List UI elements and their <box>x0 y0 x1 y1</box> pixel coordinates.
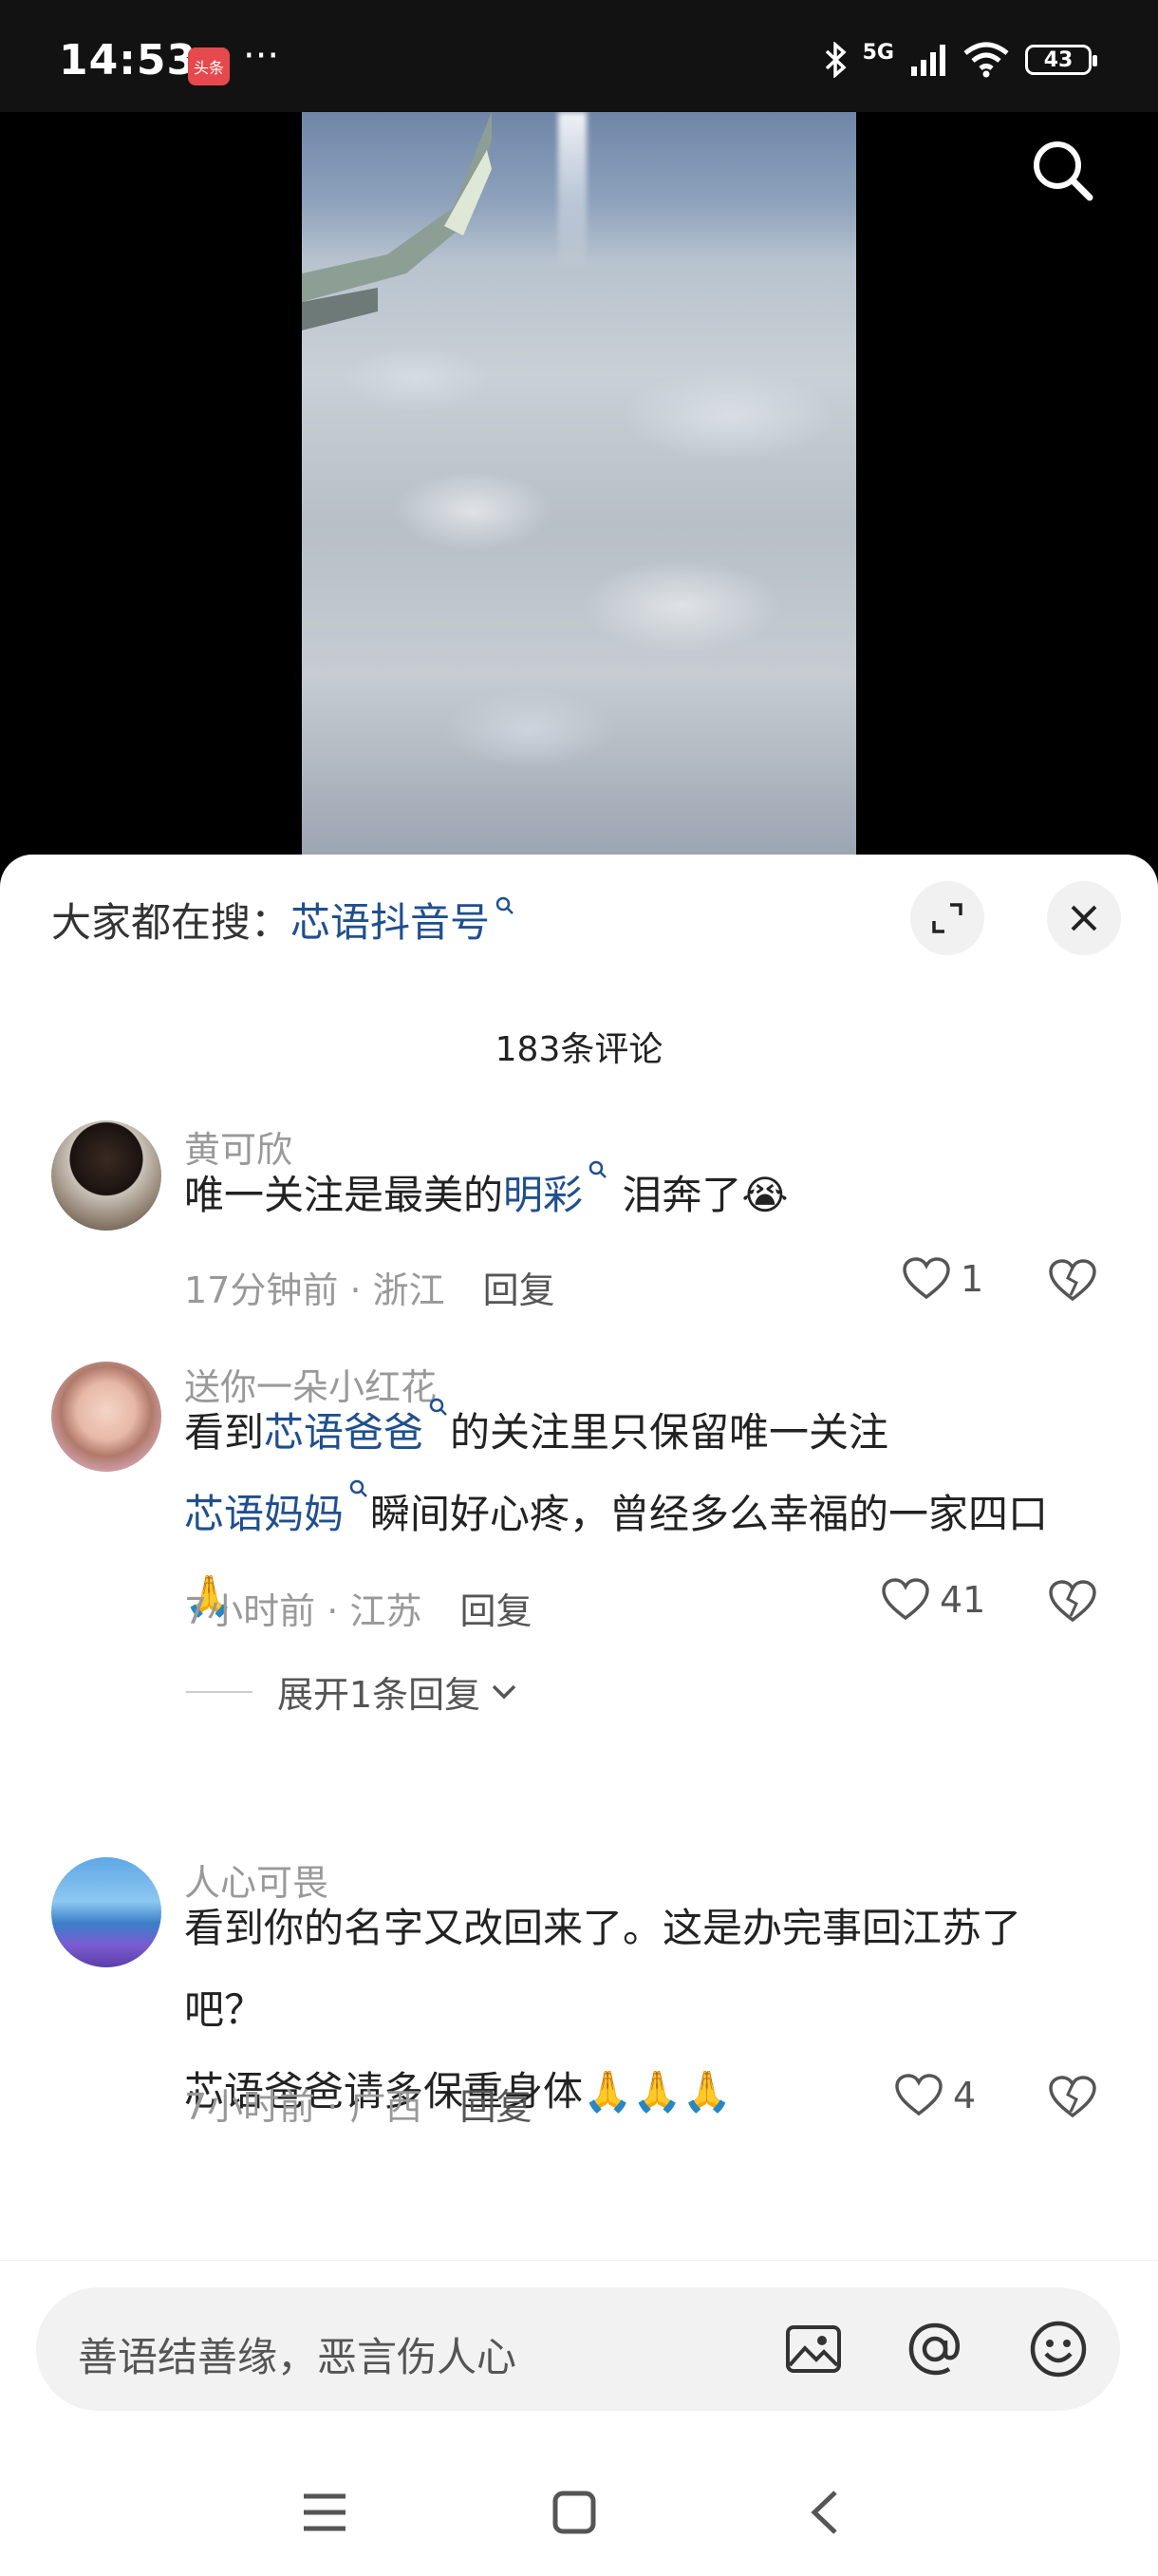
comment-text-part: 的关注里只保留唯一关注 <box>450 1409 889 1456</box>
expand-replies-button[interactable]: 展开1条回复 <box>186 1665 520 1718</box>
like-count: 4 <box>953 2075 977 2116</box>
like-button[interactable]: 41 <box>881 1578 985 1622</box>
comment-meta: 17分钟前 · 浙江 回复 <box>184 1269 555 1311</box>
comment-location: 广西 <box>349 2086 422 2128</box>
comment-sheet: 大家都在搜：芯语抖音号 183条评论 黄可欣 唯一关注是最美的明彩 泪奔了😭 1… <box>0 855 1158 2576</box>
bluetooth-icon <box>825 42 847 78</box>
avatar[interactable] <box>51 1362 161 1472</box>
like-button[interactable]: 4 <box>894 2074 976 2117</box>
reply-button[interactable]: 回复 <box>483 1269 555 1311</box>
app-badge-icon: 头条 <box>188 47 230 85</box>
trending-search-prefix: 大家都在搜： <box>51 899 291 946</box>
avatar[interactable] <box>51 1120 161 1231</box>
expand-replies-label: 展开1条回复 <box>277 1674 481 1716</box>
back-icon[interactable] <box>807 2489 845 2536</box>
at-icon[interactable] <box>904 2318 966 2380</box>
dislike-icon[interactable] <box>1048 1580 1097 1624</box>
comment-text-part: 唯一关注是最美的 <box>184 1172 504 1218</box>
battery-icon: 43 <box>1025 45 1097 75</box>
comment-text: 唯一关注是最美的明彩 泪奔了😭 <box>184 1155 1095 1236</box>
menu-icon[interactable] <box>300 2489 349 2536</box>
comment-count: 183条评论 <box>495 1030 663 1069</box>
comment-link[interactable]: 芯语妈妈 <box>184 1491 344 1537</box>
heart-icon <box>882 1578 929 1621</box>
comment-time: 17分钟前 <box>184 1269 339 1311</box>
comment-input-placeholder: 善语结善缘，恶言伤人心 <box>78 2334 517 2380</box>
airplane-wing-image <box>302 112 492 330</box>
comment-location: 浙江 <box>372 1269 445 1311</box>
comment-location: 江苏 <box>349 1590 422 1632</box>
trending-search-keyword[interactable]: 芯语抖音号 <box>290 899 490 946</box>
comment-text-part: 泪奔了😭 <box>609 1172 789 1218</box>
comment-time: 7小时前 <box>184 2086 316 2128</box>
wifi-icon <box>963 42 1009 78</box>
emoji-icon[interactable] <box>1027 2318 1090 2380</box>
comment-link[interactable]: 芯语爸爸 <box>264 1409 423 1456</box>
status-time: 14:53 <box>59 36 197 85</box>
heart-icon <box>895 2074 943 2116</box>
search-icon <box>588 1160 607 1178</box>
video-player[interactable] <box>0 112 1158 862</box>
signal-icon <box>911 45 945 76</box>
dislike-icon[interactable] <box>1048 2076 1097 2119</box>
chevron-down-icon <box>492 1684 516 1699</box>
close-button[interactable] <box>1047 881 1121 955</box>
reply-button[interactable]: 回复 <box>459 2086 532 2128</box>
comment-input-bar: 善语结善缘，恶言伤人心 <box>0 2260 1158 2576</box>
close-icon <box>1071 905 1097 931</box>
system-nav-bar <box>0 2489 1158 2546</box>
more-notifications-icon: ··· <box>243 34 280 78</box>
search-icon <box>495 896 514 914</box>
dislike-icon[interactable] <box>1048 1259 1097 1303</box>
comment-link[interactable]: 明彩 <box>503 1172 583 1218</box>
image-icon[interactable] <box>782 2318 845 2380</box>
status-icons: 5G 43 <box>823 40 1097 78</box>
avatar[interactable] <box>51 1857 161 1967</box>
expand-icon <box>932 903 962 933</box>
search-icon <box>349 1479 367 1497</box>
expand-button[interactable] <box>910 881 984 955</box>
reply-button[interactable]: 回复 <box>459 1590 532 1632</box>
home-icon[interactable] <box>551 2489 598 2536</box>
battery-level: 43 <box>1043 47 1074 72</box>
comment-input[interactable]: 善语结善缘，恶言伤人心 <box>36 2287 1120 2411</box>
network-label: 5G <box>862 40 894 65</box>
like-count: 41 <box>940 1579 986 1621</box>
video-frame[interactable] <box>302 112 856 862</box>
like-button[interactable]: 1 <box>902 1257 983 1301</box>
like-count: 1 <box>961 1258 984 1300</box>
search-icon[interactable] <box>1025 133 1101 209</box>
comment-text-line: 看到你的名字又改回来了。这是办完事回江苏了吧？ <box>184 1905 1022 2033</box>
light-beam <box>558 112 587 273</box>
comment-text-part: 看到 <box>184 1409 265 1456</box>
status-bar: 14:53 头条 ··· 5G 43 <box>0 0 1158 112</box>
heart-icon <box>903 1257 950 1300</box>
search-icon <box>429 1398 447 1416</box>
comment-meta: 7小时前 · 广西 回复 <box>184 2086 532 2128</box>
trending-search[interactable]: 大家都在搜：芯语抖音号 <box>51 891 516 949</box>
comment-meta: 7小时前 · 江苏 回复 <box>184 1590 532 1632</box>
divider <box>186 1690 252 1693</box>
comment-time: 7小时前 <box>184 1590 316 1632</box>
